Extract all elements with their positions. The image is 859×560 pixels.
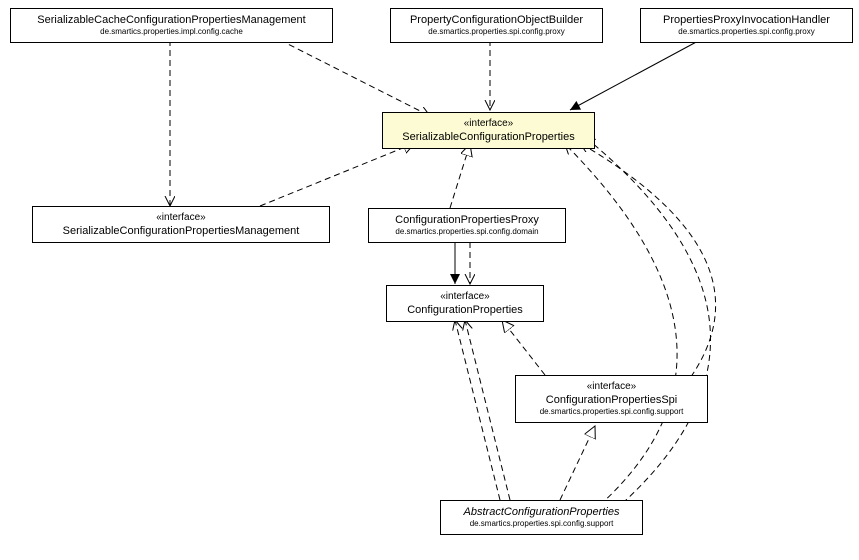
stereotype: «interface» — [391, 117, 586, 130]
interface-serializable-config-props-mgmt[interactable]: «interface» SerializableConfigurationPro… — [32, 206, 330, 243]
interface-config-props[interactable]: «interface» ConfigurationProperties — [386, 285, 544, 322]
class-title: ConfigurationPropertiesSpi — [524, 393, 699, 407]
uml-diagram: SerializableCacheConfigurationProperties… — [0, 0, 859, 560]
interface-config-props-spi[interactable]: «interface» ConfigurationPropertiesSpi d… — [515, 375, 708, 423]
class-title: SerializableConfigurationProperties — [391, 130, 586, 144]
package-label: de.smartics.properties.spi.config.suppor… — [449, 519, 634, 529]
class-title: SerializableCacheConfigurationProperties… — [19, 13, 324, 27]
package-label: de.smartics.properties.spi.config.proxy — [399, 27, 594, 37]
class-config-props-proxy[interactable]: ConfigurationPropertiesProxy de.smartics… — [368, 208, 566, 243]
class-serializable-cache-config-props-mgmt[interactable]: SerializableCacheConfigurationProperties… — [10, 8, 333, 43]
class-title: ConfigurationProperties — [395, 303, 535, 317]
edges-layer — [0, 0, 859, 560]
interface-serializable-config-props[interactable]: «interface» SerializableConfigurationPro… — [382, 112, 595, 149]
class-title: PropertiesProxyInvocationHandler — [649, 13, 844, 27]
stereotype: «interface» — [41, 211, 321, 224]
class-property-config-object-builder[interactable]: PropertyConfigurationObjectBuilder de.sm… — [390, 8, 603, 43]
package-label: de.smartics.properties.spi.config.suppor… — [524, 407, 699, 417]
stereotype: «interface» — [395, 290, 535, 303]
class-title: PropertyConfigurationObjectBuilder — [399, 13, 594, 27]
class-title: ConfigurationPropertiesProxy — [377, 213, 557, 227]
class-title: SerializableConfigurationPropertiesManag… — [41, 224, 321, 238]
package-label: de.smartics.properties.spi.config.proxy — [649, 27, 844, 37]
package-label: de.smartics.properties.impl.config.cache — [19, 27, 324, 37]
class-title: AbstractConfigurationProperties — [449, 505, 634, 519]
class-properties-proxy-invocation-handler[interactable]: PropertiesProxyInvocationHandler de.smar… — [640, 8, 853, 43]
package-label: de.smartics.properties.spi.config.domain — [377, 227, 557, 237]
stereotype: «interface» — [524, 380, 699, 393]
class-abstract-config-props[interactable]: AbstractConfigurationProperties de.smart… — [440, 500, 643, 535]
